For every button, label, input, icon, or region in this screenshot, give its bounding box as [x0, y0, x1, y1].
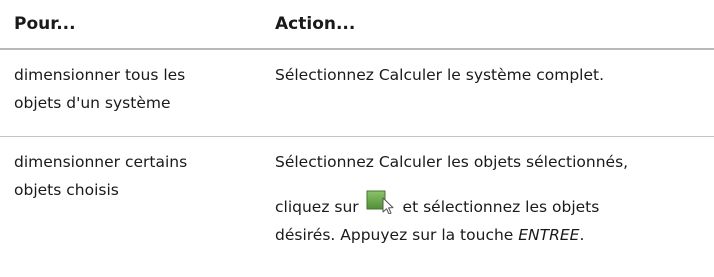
row-action-text: Sélectionnez Calculer les objets sélecti… [275, 153, 629, 171]
row-condition: dimensionner tous les objets d'un systèm… [14, 61, 254, 117]
row-condition-line: objets choisis [14, 181, 119, 199]
row-condition-line: objets d'un système [14, 94, 171, 112]
row-action-text: Sélectionnez Calculer le système complet… [275, 66, 605, 84]
key-name: ENTREE [518, 226, 580, 244]
row-action-period: . [579, 226, 585, 244]
table-header: Pour... Action... [0, 0, 714, 50]
header-col-action: Action... [275, 14, 356, 34]
row-action-text: cliquez sur [275, 198, 359, 216]
action-table: Pour... Action... dimensionner tous les … [0, 0, 714, 277]
table-row: dimensionner tous les objets d'un systèm… [0, 50, 714, 137]
row-action-text: et sélectionnez les objets [402, 198, 600, 216]
table-row: dimensionner certains objets choisis Sél… [0, 137, 714, 277]
select-objects-icon [366, 190, 396, 214]
row-condition-line: dimensionner certains [14, 153, 188, 171]
row-action: Sélectionnez Calculer le système complet… [275, 61, 705, 89]
row-condition-line: dimensionner tous les [14, 66, 186, 84]
row-condition: dimensionner certains objets choisis [14, 148, 254, 204]
row-action: Sélectionnez Calculer les objets sélecti… [275, 148, 705, 249]
header-col-pour: Pour... [14, 14, 76, 34]
row-action-text: désirés. Appuyez sur la touche [275, 226, 514, 244]
